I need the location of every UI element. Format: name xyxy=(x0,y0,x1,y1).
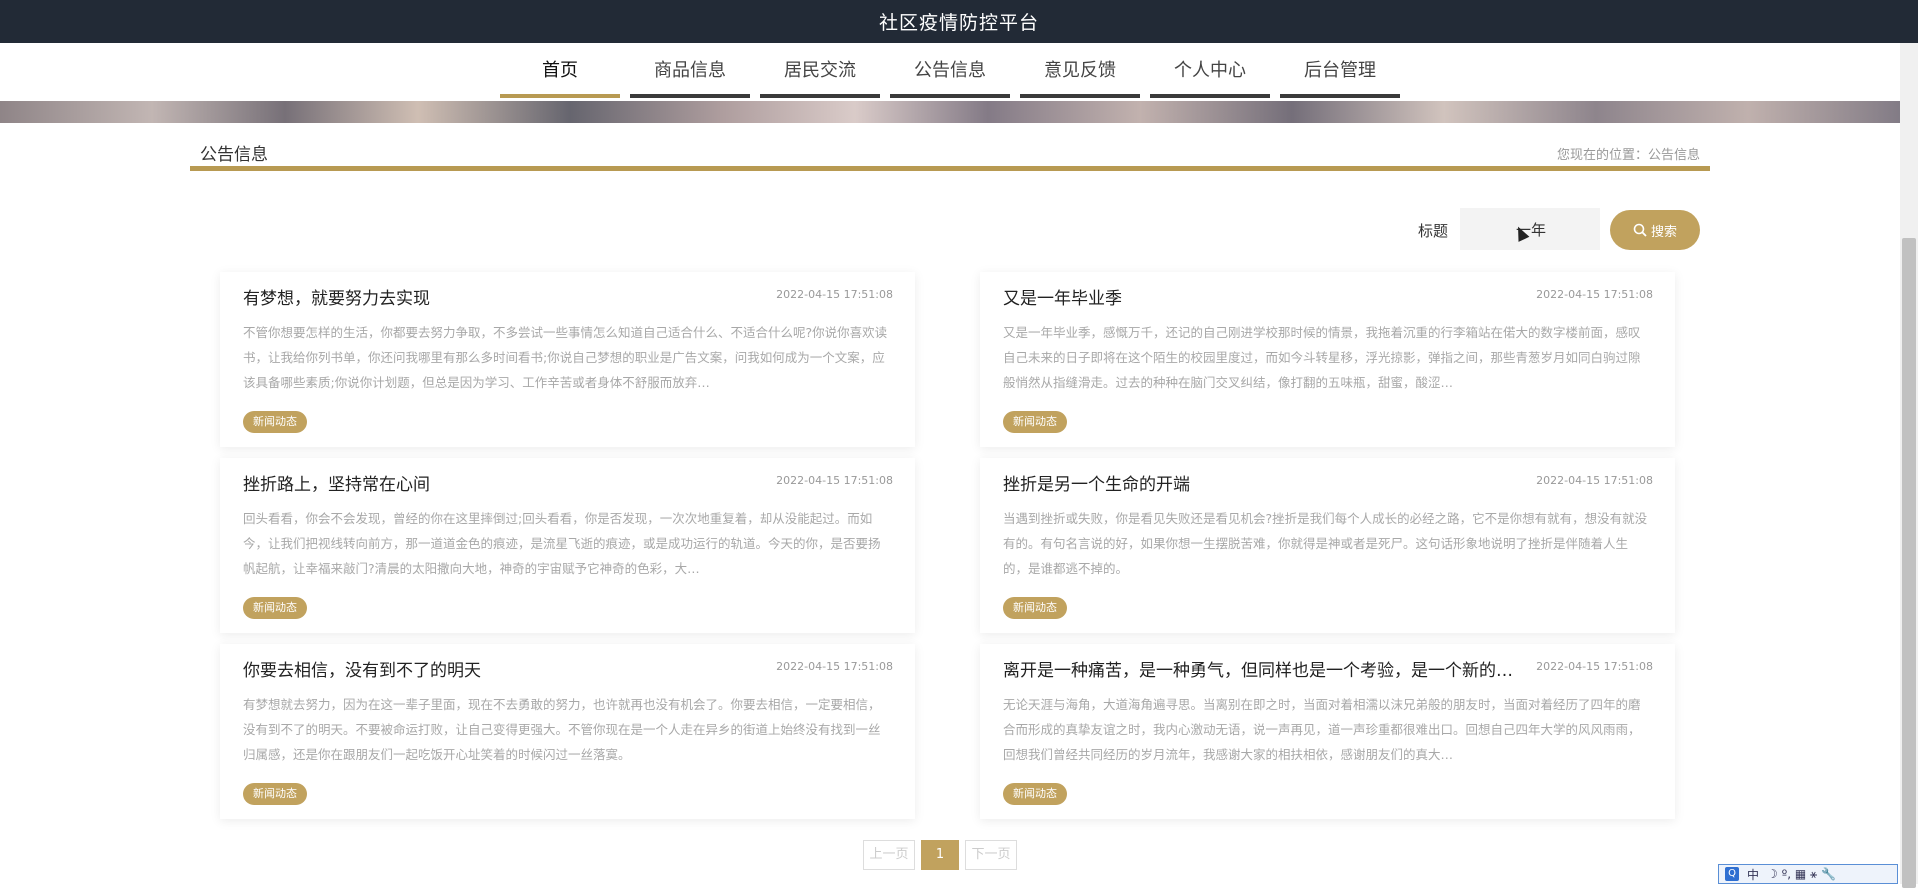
page-number-button[interactable]: 1 xyxy=(921,840,959,870)
next-page-button[interactable]: 下一页 xyxy=(965,840,1017,870)
ime-toolbar[interactable]: Q 中 ☽ º, ▦ ⚹ 🔧 xyxy=(1718,864,1898,884)
main-nav: 首页 商品信息 居民交流 公告信息 意见反馈 个人中心 后台管理 xyxy=(0,43,1900,101)
top-bar: 社区疫情防控平台 xyxy=(0,0,1918,43)
nav-item-resident-forum[interactable]: 居民交流 xyxy=(760,43,880,98)
ime-logo-icon: Q xyxy=(1725,867,1739,881)
prev-page-button[interactable]: 上一页 xyxy=(863,840,915,870)
card-excerpt: 当遇到挫折或失败，你是看见失败还是看见机会?挫折是我们每个人成长的必经之路，它不… xyxy=(1003,511,1648,576)
announcement-card[interactable]: 有梦想，就要努力去实现 2022-04-15 17:51:08 不管你想要怎样的… xyxy=(220,272,915,447)
card-tag[interactable]: 新闻动态 xyxy=(243,411,307,433)
scrollbar-thumb[interactable] xyxy=(1902,238,1916,888)
card-title[interactable]: 又是一年毕业季 xyxy=(1003,284,1122,309)
search-input[interactable] xyxy=(1460,208,1600,250)
card-tag[interactable]: 新闻动态 xyxy=(1003,783,1067,805)
site-title: 社区疫情防控平台 xyxy=(878,12,1039,34)
nav-item-admin[interactable]: 后台管理 xyxy=(1280,43,1400,98)
card-excerpt: 不管你想要怎样的生活，你都要去努力争取，不多尝试一些事情怎么知道自己适合什么、不… xyxy=(243,325,888,390)
nav-item-feedback[interactable]: 意见反馈 xyxy=(1020,43,1140,98)
card-tag[interactable]: 新闻动态 xyxy=(1003,597,1067,619)
section-header: 公告信息 您现在的位置：公告信息 xyxy=(190,136,1710,171)
nav-item-profile[interactable]: 个人中心 xyxy=(1150,43,1270,98)
card-title[interactable]: 有梦想，就要努力去实现 xyxy=(243,284,430,309)
page-scrollbar[interactable] xyxy=(1900,43,1918,888)
card-tag[interactable]: 新闻动态 xyxy=(243,597,307,619)
search-button[interactable]: 搜索 xyxy=(1610,210,1700,250)
card-date: 2022-04-15 17:51:08 xyxy=(1536,288,1653,301)
pagination: 上一页 1 下一页 xyxy=(863,840,1017,870)
card-title[interactable]: 你要去相信，没有到不了的明天 xyxy=(243,656,481,681)
search-label: 标题 xyxy=(1418,222,1449,240)
card-title[interactable]: 挫折路上，坚持常在心间 xyxy=(243,470,430,495)
card-excerpt: 无论天涯与海角，大道海角遍寻思。当离别在即之时，当面对着相濡以沫兄弟般的朋友时，… xyxy=(1003,697,1641,762)
announcement-card[interactable]: 挫折是另一个生命的开端 2022-04-15 17:51:08 当遇到挫折或失败… xyxy=(980,458,1675,633)
card-tag[interactable]: 新闻动态 xyxy=(1003,411,1067,433)
announcement-card[interactable]: 又是一年毕业季 2022-04-15 17:51:08 又是一年毕业季，感慨万千… xyxy=(980,272,1675,447)
card-date: 2022-04-15 17:51:08 xyxy=(776,660,893,673)
card-date: 2022-04-15 17:51:08 xyxy=(776,474,893,487)
nav-item-announcements[interactable]: 公告信息 xyxy=(890,43,1010,98)
announcement-card[interactable]: 挫折路上，坚持常在心间 2022-04-15 17:51:08 回头看看，你会不… xyxy=(220,458,915,633)
banner-image xyxy=(0,101,1900,123)
card-tag[interactable]: 新闻动态 xyxy=(243,783,307,805)
card-excerpt: 又是一年毕业季，感慨万千，还记的自己刚进学校那时候的情景，我拖着沉重的行李箱站在… xyxy=(1003,325,1641,390)
card-date: 2022-04-15 17:51:08 xyxy=(776,288,893,301)
card-excerpt: 回头看看，你会不会发现，曾经的你在这里摔倒过;回头看看，你是否发现，一次次地重复… xyxy=(243,511,881,576)
search-button-label: 搜索 xyxy=(1650,224,1677,240)
card-date: 2022-04-15 17:51:08 xyxy=(1536,660,1653,673)
announcement-card[interactable]: 离开是一种痛苦，是一种勇气，但同样也是一个考验，是一个新的开端 2022-04-… xyxy=(980,644,1675,819)
card-date: 2022-04-15 17:51:08 xyxy=(1536,474,1653,487)
card-title[interactable]: 挫折是另一个生命的开端 xyxy=(1003,470,1190,495)
search-icon xyxy=(1633,223,1647,237)
nav-item-home[interactable]: 首页 xyxy=(500,43,620,98)
ime-tool-icons[interactable]: ☽ º, ▦ ⚹ 🔧 xyxy=(1767,867,1836,882)
ime-mode-toggle[interactable]: 中 xyxy=(1747,866,1759,883)
breadcrumb: 您现在的位置：公告信息 xyxy=(1556,148,1700,163)
announcement-card[interactable]: 你要去相信，没有到不了的明天 2022-04-15 17:51:08 有梦想就去… xyxy=(220,644,915,819)
card-title[interactable]: 离开是一种痛苦，是一种勇气，但同样也是一个考验，是一个新的开端 xyxy=(1003,656,1523,681)
card-excerpt: 有梦想就去努力，因为在这一辈子里面，现在不去勇敢的努力，也许就再也没有机会了。你… xyxy=(243,697,881,762)
section-title: 公告信息 xyxy=(200,145,268,165)
nav-item-products[interactable]: 商品信息 xyxy=(630,43,750,98)
